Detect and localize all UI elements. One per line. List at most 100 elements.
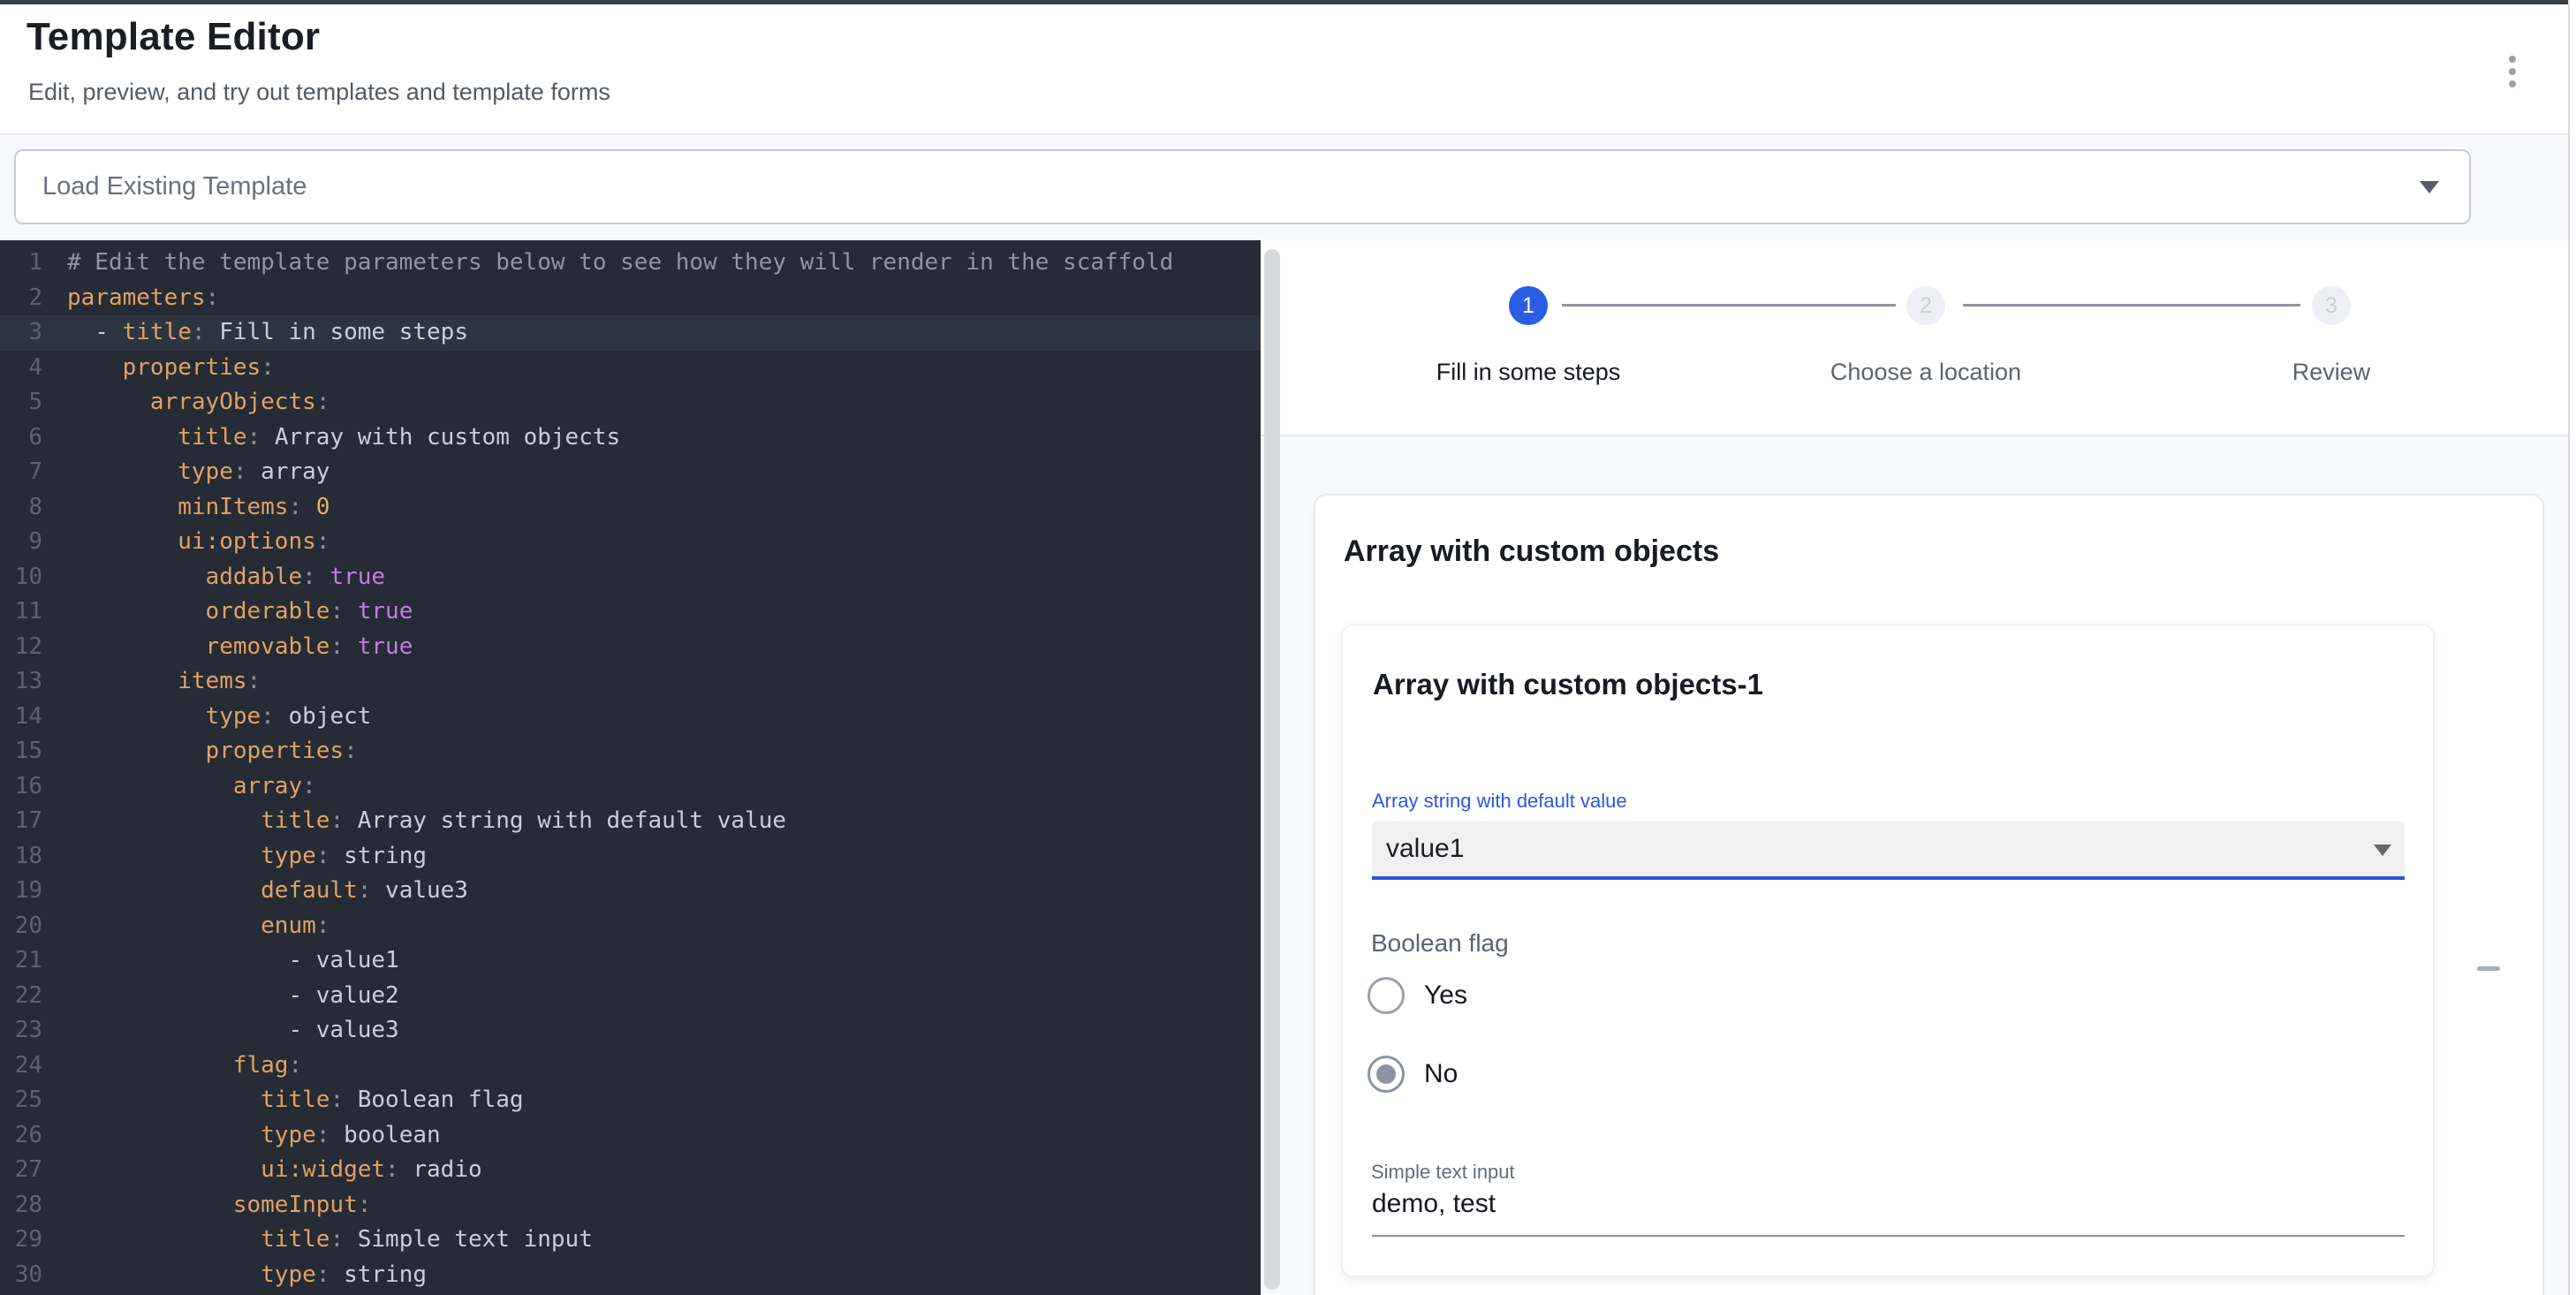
code-text: title: Boolean flag xyxy=(67,1083,524,1118)
code-text: type: string xyxy=(67,839,427,875)
code-text: type: object xyxy=(67,700,371,735)
code-text: - value1 xyxy=(67,943,399,979)
form-step-card: Array with custom objects Array with cus… xyxy=(1314,494,2544,1295)
code-text: orderable: true xyxy=(67,594,413,630)
code-line[interactable]: 5 arrayObjects: xyxy=(0,385,1261,420)
line-number: 12 xyxy=(0,630,42,665)
array-string-select[interactable]: value1 xyxy=(1372,822,2405,880)
line-number: 20 xyxy=(0,909,42,944)
radio-option-label: No xyxy=(1424,1059,1458,1089)
code-line[interactable]: 11 orderable: true xyxy=(0,594,1261,630)
array-section-title: Array with custom objects xyxy=(1344,534,1719,569)
radio-option-label: Yes xyxy=(1424,981,1467,1011)
code-text: items: xyxy=(67,664,261,700)
simple-text-input[interactable]: demo, test xyxy=(1372,1189,1496,1219)
page-title: Template Editor xyxy=(27,15,320,59)
code-text: ui:widget: radio xyxy=(67,1153,482,1188)
page-scrollbar[interactable] xyxy=(2568,0,2576,1295)
code-line[interactable]: 23 - value3 xyxy=(0,1013,1261,1049)
line-number: 16 xyxy=(0,769,42,805)
code-text: type: boolean xyxy=(67,1118,441,1154)
code-text: - value2 xyxy=(67,979,399,1014)
code-text: default: value3 xyxy=(67,874,468,909)
code-text: enum: xyxy=(67,909,330,944)
line-number: 17 xyxy=(0,804,42,839)
dropdown-caret-icon xyxy=(2374,844,2391,856)
code-text: title: Array with custom objects xyxy=(67,420,620,456)
code-line[interactable]: 21 - value1 xyxy=(0,943,1261,979)
load-existing-template-select[interactable]: Load Existing Template xyxy=(14,149,2471,224)
line-number: 18 xyxy=(0,839,42,875)
code-line[interactable]: 28 someInput: xyxy=(0,1188,1261,1223)
kebab-icon xyxy=(2509,56,2516,63)
line-number: 19 xyxy=(0,874,42,909)
page-subtitle: Edit, preview, and try out templates and… xyxy=(28,79,610,106)
code-text: properties: xyxy=(67,351,275,386)
line-number: 4 xyxy=(0,351,42,386)
code-line[interactable]: 30 type: string xyxy=(0,1258,1261,1293)
code-line[interactable]: 9 ui:options: xyxy=(0,525,1261,560)
code-line[interactable]: 24 flag: xyxy=(0,1049,1261,1084)
code-editor[interactable]: 1# Edit the template parameters below to… xyxy=(0,240,1261,1295)
preview-panel: 1Fill in some steps2Choose a location3Re… xyxy=(1261,240,2570,1295)
line-number: 25 xyxy=(0,1083,42,1118)
code-text: array: xyxy=(67,769,316,805)
line-number: 29 xyxy=(0,1223,42,1258)
code-line[interactable]: 26 type: boolean xyxy=(0,1118,1261,1154)
chevron-down-icon xyxy=(2420,181,2439,193)
code-line[interactable]: 25 title: Boolean flag xyxy=(0,1083,1261,1118)
code-line[interactable]: 17 title: Array string with default valu… xyxy=(0,804,1261,839)
code-line[interactable]: 29 title: Simple text input xyxy=(0,1223,1261,1258)
line-number: 30 xyxy=(0,1258,42,1293)
form-preview-area: Array with custom objects Array with cus… xyxy=(1261,436,2570,1295)
remove-item-button[interactable] xyxy=(2459,949,2519,988)
code-line[interactable]: 13 items: xyxy=(0,664,1261,700)
code-line[interactable]: 27 ui:widget: radio xyxy=(0,1153,1261,1188)
minus-icon xyxy=(2477,966,2500,971)
code-line[interactable]: 8 minItems: 0 xyxy=(0,490,1261,526)
code-line[interactable]: 20 enum: xyxy=(0,909,1261,944)
line-number: 21 xyxy=(0,943,42,979)
code-text: someInput: xyxy=(67,1188,371,1223)
code-text: - title: Fill in some steps xyxy=(67,315,468,351)
line-number: 28 xyxy=(0,1188,42,1223)
stepper: 1Fill in some steps2Choose a location3Re… xyxy=(1261,240,2570,435)
code-text: flag: xyxy=(67,1049,302,1084)
array-item-title: Array with custom objects-1 xyxy=(1373,668,1763,701)
radio-option-no[interactable]: No xyxy=(1368,1053,1458,1095)
line-number: 1 xyxy=(0,246,42,281)
code-text: type: string xyxy=(67,1258,427,1293)
code-line[interactable]: 15 properties: xyxy=(0,734,1261,769)
stepper-connector xyxy=(1562,304,1896,307)
code-line[interactable]: 22 - value2 xyxy=(0,979,1261,1014)
code-line[interactable]: 16 array: xyxy=(0,769,1261,805)
code-text: minItems: 0 xyxy=(67,490,330,526)
overflow-menu-button[interactable] xyxy=(2495,47,2530,96)
line-number: 14 xyxy=(0,700,42,735)
code-line[interactable]: 19 default: value3 xyxy=(0,874,1261,909)
code-line[interactable]: 10 addable: true xyxy=(0,560,1261,595)
code-line[interactable]: 4 properties: xyxy=(0,351,1261,386)
radio-option-yes[interactable]: Yes xyxy=(1368,974,1467,1017)
line-number: 15 xyxy=(0,734,42,769)
code-line[interactable]: 2parameters: xyxy=(0,281,1261,316)
array-item-card: Array with custom objects-1 Array string… xyxy=(1342,625,2434,1276)
code-text: - value3 xyxy=(67,1013,399,1049)
code-line[interactable]: 14 type: object xyxy=(0,700,1261,735)
code-line[interactable]: 7 type: array xyxy=(0,455,1261,490)
step-circle-1: 1 xyxy=(1509,286,1548,325)
code-line[interactable]: 18 type: string xyxy=(0,839,1261,875)
code-text: ui:options: xyxy=(67,525,330,560)
radio-selected-icon xyxy=(1368,1056,1405,1093)
load-select-placeholder: Load Existing Template xyxy=(42,151,307,223)
line-number: 10 xyxy=(0,560,42,595)
line-number: 3 xyxy=(0,315,42,351)
step-label-3: Review xyxy=(2292,359,2371,386)
code-line[interactable]: 6 title: Array with custom objects xyxy=(0,420,1261,456)
step-circle-3: 3 xyxy=(2312,286,2351,325)
code-line[interactable]: 12 removable: true xyxy=(0,630,1261,665)
line-number: 23 xyxy=(0,1013,42,1049)
code-line[interactable]: 3 - title: Fill in some steps xyxy=(0,315,1261,351)
code-line[interactable]: 1# Edit the template parameters below to… xyxy=(0,246,1261,281)
editor-scrollbar-thumb[interactable] xyxy=(1264,249,1280,1290)
